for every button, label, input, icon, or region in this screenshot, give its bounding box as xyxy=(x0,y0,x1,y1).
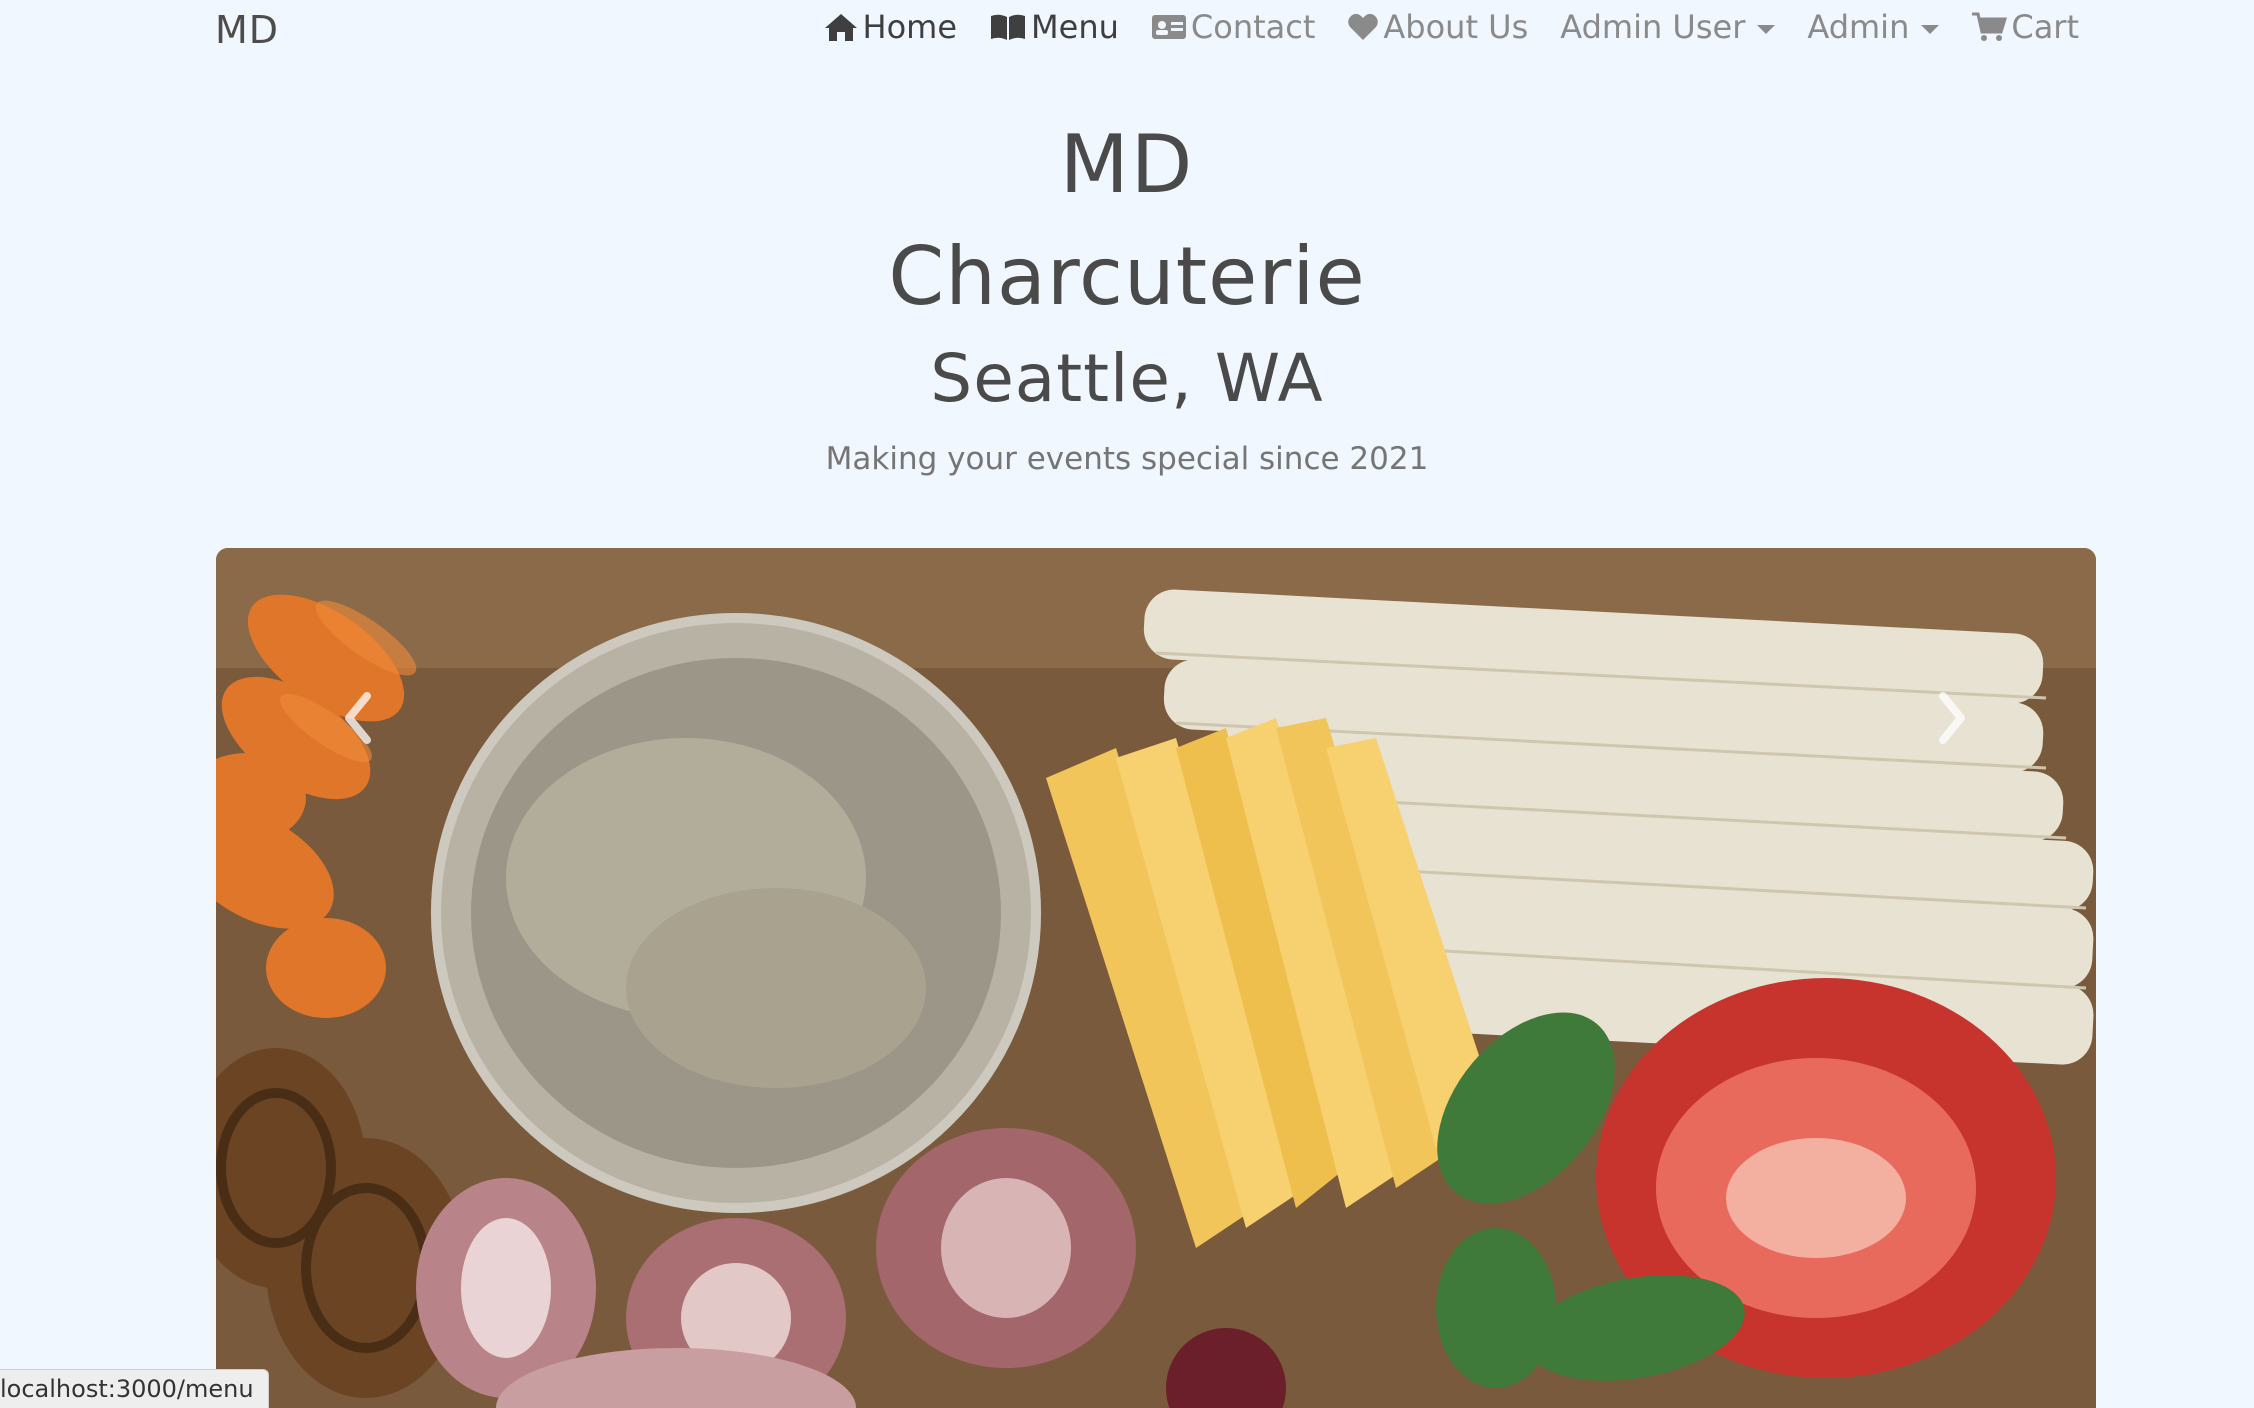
carousel-photo xyxy=(216,548,2096,1408)
chevron-left-icon xyxy=(341,692,375,748)
cart-icon xyxy=(1971,11,2008,43)
nav-admin-user-label: Admin User xyxy=(1560,8,1746,46)
nav-home-label: Home xyxy=(862,8,958,46)
browser-status-url: localhost:3000/menu xyxy=(0,1369,269,1408)
nav-admin-user-dropdown[interactable]: Admin User xyxy=(1560,8,1776,46)
hero-title-name: Charcuterie xyxy=(888,230,1366,323)
nav-contact[interactable]: Contact xyxy=(1151,8,1316,46)
book-icon xyxy=(989,12,1027,42)
brand-logo[interactable]: MD xyxy=(215,8,279,52)
nav-links: Home Menu Contact About Us Admin User Ad… xyxy=(823,8,2079,46)
hero-title-brand: MD xyxy=(1059,118,1195,211)
chevron-down-icon xyxy=(1921,24,1940,34)
nav-about-label: About Us xyxy=(1383,8,1529,46)
heart-icon xyxy=(1347,12,1379,42)
hero-location: Seattle, WA xyxy=(930,340,1324,417)
nav-menu-label: Menu xyxy=(1031,8,1119,46)
navbar: MD Home Menu Contact About Us Admin User… xyxy=(0,0,2254,62)
nav-menu[interactable]: Menu xyxy=(989,8,1119,46)
nav-cart-label: Cart xyxy=(2011,8,2079,46)
nav-admin-dropdown[interactable]: Admin xyxy=(1807,8,1940,46)
nav-about[interactable]: About Us xyxy=(1347,8,1528,46)
id-card-icon xyxy=(1151,13,1187,41)
carousel-prev-button[interactable] xyxy=(328,680,388,760)
nav-admin-label: Admin xyxy=(1807,8,1910,46)
chevron-right-icon xyxy=(1935,692,1969,748)
hero-tagline: Making your events special since 2021 xyxy=(825,441,1429,477)
carousel-next-button[interactable] xyxy=(1922,680,1982,760)
image-carousel[interactable] xyxy=(216,548,2096,1408)
home-icon xyxy=(823,11,859,43)
nav-home[interactable]: Home xyxy=(823,8,958,46)
nav-cart[interactable]: Cart xyxy=(1971,8,2079,46)
chevron-down-icon xyxy=(1757,24,1776,34)
nav-contact-label: Contact xyxy=(1190,8,1316,46)
